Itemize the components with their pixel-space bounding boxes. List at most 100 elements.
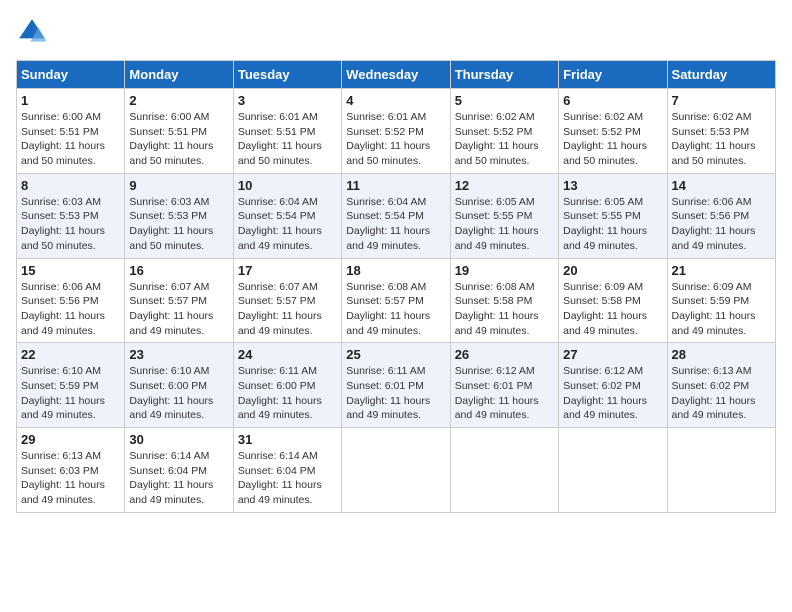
- day-info: Sunrise: 6:07 AM Sunset: 5:57 PM Dayligh…: [238, 280, 337, 339]
- day-cell-8: 8 Sunrise: 6:03 AM Sunset: 5:53 PM Dayli…: [17, 173, 125, 258]
- day-number: 31: [238, 432, 337, 447]
- day-info: Sunrise: 6:02 AM Sunset: 5:53 PM Dayligh…: [672, 110, 771, 169]
- day-number: 1: [21, 93, 120, 108]
- day-number: 28: [672, 347, 771, 362]
- day-cell-17: 17 Sunrise: 6:07 AM Sunset: 5:57 PM Dayl…: [233, 258, 341, 343]
- week-row-2: 8 Sunrise: 6:03 AM Sunset: 5:53 PM Dayli…: [17, 173, 776, 258]
- day-cell-15: 15 Sunrise: 6:06 AM Sunset: 5:56 PM Dayl…: [17, 258, 125, 343]
- day-cell-20: 20 Sunrise: 6:09 AM Sunset: 5:58 PM Dayl…: [559, 258, 667, 343]
- day-number: 16: [129, 263, 228, 278]
- day-info: Sunrise: 6:09 AM Sunset: 5:59 PM Dayligh…: [672, 280, 771, 339]
- day-number: 3: [238, 93, 337, 108]
- day-cell-6: 6 Sunrise: 6:02 AM Sunset: 5:52 PM Dayli…: [559, 89, 667, 174]
- day-info: Sunrise: 6:06 AM Sunset: 5:56 PM Dayligh…: [21, 280, 120, 339]
- day-info: Sunrise: 6:01 AM Sunset: 5:52 PM Dayligh…: [346, 110, 445, 169]
- day-cell-22: 22 Sunrise: 6:10 AM Sunset: 5:59 PM Dayl…: [17, 343, 125, 428]
- day-cell-30: 30 Sunrise: 6:14 AM Sunset: 6:04 PM Dayl…: [125, 428, 233, 513]
- header-saturday: Saturday: [667, 61, 775, 89]
- day-info: Sunrise: 6:04 AM Sunset: 5:54 PM Dayligh…: [238, 195, 337, 254]
- day-cell-7: 7 Sunrise: 6:02 AM Sunset: 5:53 PM Dayli…: [667, 89, 775, 174]
- day-info: Sunrise: 6:14 AM Sunset: 6:04 PM Dayligh…: [129, 449, 228, 508]
- day-number: 15: [21, 263, 120, 278]
- day-number: 23: [129, 347, 228, 362]
- day-cell-29: 29 Sunrise: 6:13 AM Sunset: 6:03 PM Dayl…: [17, 428, 125, 513]
- day-info: Sunrise: 6:00 AM Sunset: 5:51 PM Dayligh…: [129, 110, 228, 169]
- day-info: Sunrise: 6:10 AM Sunset: 6:00 PM Dayligh…: [129, 364, 228, 423]
- day-number: 19: [455, 263, 554, 278]
- day-number: 17: [238, 263, 337, 278]
- day-cell-10: 10 Sunrise: 6:04 AM Sunset: 5:54 PM Dayl…: [233, 173, 341, 258]
- day-number: 20: [563, 263, 662, 278]
- header-wednesday: Wednesday: [342, 61, 450, 89]
- day-info: Sunrise: 6:11 AM Sunset: 6:01 PM Dayligh…: [346, 364, 445, 423]
- day-number: 14: [672, 178, 771, 193]
- day-number: 22: [21, 347, 120, 362]
- day-info: Sunrise: 6:01 AM Sunset: 5:51 PM Dayligh…: [238, 110, 337, 169]
- day-info: Sunrise: 6:03 AM Sunset: 5:53 PM Dayligh…: [129, 195, 228, 254]
- week-row-3: 15 Sunrise: 6:06 AM Sunset: 5:56 PM Dayl…: [17, 258, 776, 343]
- day-cell-16: 16 Sunrise: 6:07 AM Sunset: 5:57 PM Dayl…: [125, 258, 233, 343]
- logo: [16, 16, 52, 48]
- week-row-4: 22 Sunrise: 6:10 AM Sunset: 5:59 PM Dayl…: [17, 343, 776, 428]
- day-number: 18: [346, 263, 445, 278]
- empty-cell: [450, 428, 558, 513]
- header-tuesday: Tuesday: [233, 61, 341, 89]
- day-cell-4: 4 Sunrise: 6:01 AM Sunset: 5:52 PM Dayli…: [342, 89, 450, 174]
- day-info: Sunrise: 6:09 AM Sunset: 5:58 PM Dayligh…: [563, 280, 662, 339]
- day-cell-11: 11 Sunrise: 6:04 AM Sunset: 5:54 PM Dayl…: [342, 173, 450, 258]
- day-cell-9: 9 Sunrise: 6:03 AM Sunset: 5:53 PM Dayli…: [125, 173, 233, 258]
- day-number: 30: [129, 432, 228, 447]
- day-info: Sunrise: 6:08 AM Sunset: 5:57 PM Dayligh…: [346, 280, 445, 339]
- day-info: Sunrise: 6:11 AM Sunset: 6:00 PM Dayligh…: [238, 364, 337, 423]
- day-number: 12: [455, 178, 554, 193]
- calendar-header-row: SundayMondayTuesdayWednesdayThursdayFrid…: [17, 61, 776, 89]
- day-info: Sunrise: 6:00 AM Sunset: 5:51 PM Dayligh…: [21, 110, 120, 169]
- day-cell-2: 2 Sunrise: 6:00 AM Sunset: 5:51 PM Dayli…: [125, 89, 233, 174]
- day-cell-31: 31 Sunrise: 6:14 AM Sunset: 6:04 PM Dayl…: [233, 428, 341, 513]
- calendar-table: SundayMondayTuesdayWednesdayThursdayFrid…: [16, 60, 776, 513]
- week-row-1: 1 Sunrise: 6:00 AM Sunset: 5:51 PM Dayli…: [17, 89, 776, 174]
- page-header: [16, 16, 776, 48]
- day-info: Sunrise: 6:08 AM Sunset: 5:58 PM Dayligh…: [455, 280, 554, 339]
- day-number: 7: [672, 93, 771, 108]
- header-thursday: Thursday: [450, 61, 558, 89]
- day-cell-12: 12 Sunrise: 6:05 AM Sunset: 5:55 PM Dayl…: [450, 173, 558, 258]
- day-info: Sunrise: 6:13 AM Sunset: 6:02 PM Dayligh…: [672, 364, 771, 423]
- day-number: 27: [563, 347, 662, 362]
- day-cell-18: 18 Sunrise: 6:08 AM Sunset: 5:57 PM Dayl…: [342, 258, 450, 343]
- day-number: 26: [455, 347, 554, 362]
- day-number: 25: [346, 347, 445, 362]
- day-cell-27: 27 Sunrise: 6:12 AM Sunset: 6:02 PM Dayl…: [559, 343, 667, 428]
- empty-cell: [342, 428, 450, 513]
- day-number: 9: [129, 178, 228, 193]
- day-number: 5: [455, 93, 554, 108]
- day-cell-26: 26 Sunrise: 6:12 AM Sunset: 6:01 PM Dayl…: [450, 343, 558, 428]
- day-info: Sunrise: 6:12 AM Sunset: 6:01 PM Dayligh…: [455, 364, 554, 423]
- empty-cell: [667, 428, 775, 513]
- day-cell-3: 3 Sunrise: 6:01 AM Sunset: 5:51 PM Dayli…: [233, 89, 341, 174]
- day-info: Sunrise: 6:04 AM Sunset: 5:54 PM Dayligh…: [346, 195, 445, 254]
- header-monday: Monday: [125, 61, 233, 89]
- day-cell-1: 1 Sunrise: 6:00 AM Sunset: 5:51 PM Dayli…: [17, 89, 125, 174]
- day-info: Sunrise: 6:02 AM Sunset: 5:52 PM Dayligh…: [563, 110, 662, 169]
- day-cell-21: 21 Sunrise: 6:09 AM Sunset: 5:59 PM Dayl…: [667, 258, 775, 343]
- day-info: Sunrise: 6:05 AM Sunset: 5:55 PM Dayligh…: [563, 195, 662, 254]
- day-cell-14: 14 Sunrise: 6:06 AM Sunset: 5:56 PM Dayl…: [667, 173, 775, 258]
- day-number: 10: [238, 178, 337, 193]
- day-number: 6: [563, 93, 662, 108]
- day-info: Sunrise: 6:02 AM Sunset: 5:52 PM Dayligh…: [455, 110, 554, 169]
- day-number: 21: [672, 263, 771, 278]
- day-info: Sunrise: 6:10 AM Sunset: 5:59 PM Dayligh…: [21, 364, 120, 423]
- header-sunday: Sunday: [17, 61, 125, 89]
- day-info: Sunrise: 6:06 AM Sunset: 5:56 PM Dayligh…: [672, 195, 771, 254]
- empty-cell: [559, 428, 667, 513]
- day-info: Sunrise: 6:14 AM Sunset: 6:04 PM Dayligh…: [238, 449, 337, 508]
- day-cell-25: 25 Sunrise: 6:11 AM Sunset: 6:01 PM Dayl…: [342, 343, 450, 428]
- day-cell-28: 28 Sunrise: 6:13 AM Sunset: 6:02 PM Dayl…: [667, 343, 775, 428]
- week-row-5: 29 Sunrise: 6:13 AM Sunset: 6:03 PM Dayl…: [17, 428, 776, 513]
- day-number: 4: [346, 93, 445, 108]
- day-info: Sunrise: 6:05 AM Sunset: 5:55 PM Dayligh…: [455, 195, 554, 254]
- day-cell-5: 5 Sunrise: 6:02 AM Sunset: 5:52 PM Dayli…: [450, 89, 558, 174]
- logo-icon: [16, 16, 48, 48]
- day-number: 13: [563, 178, 662, 193]
